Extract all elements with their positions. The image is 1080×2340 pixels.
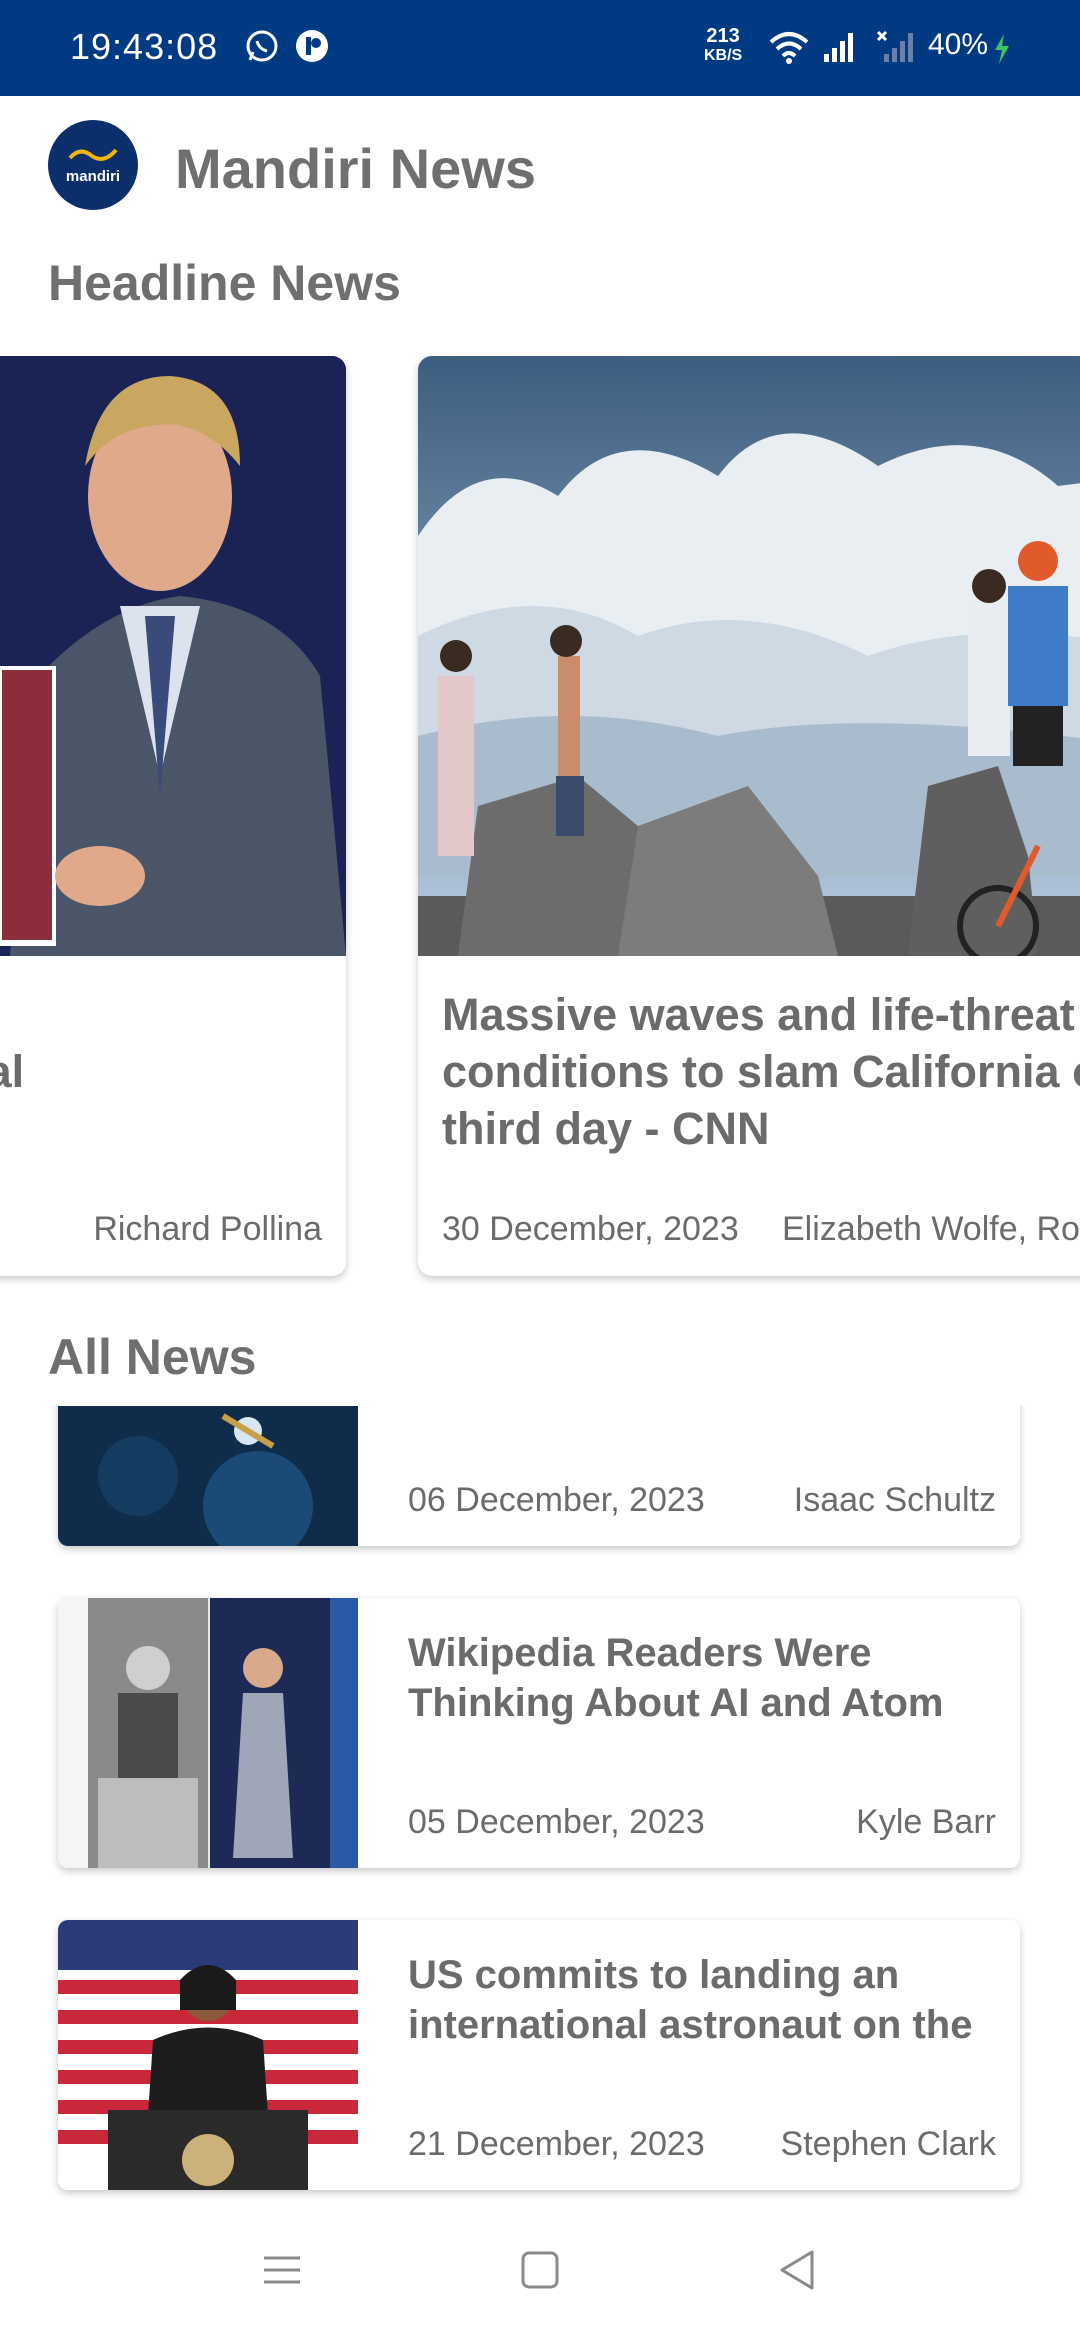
menu-icon[interactable] (252, 2240, 312, 2300)
news-author: Isaac Schultz (793, 1481, 996, 1519)
app-title: Mandiri News (175, 137, 536, 200)
status-bar: 19:43:08 213 KB/S 40% (0, 0, 1080, 96)
app-notification-icon (294, 28, 330, 69)
back-icon[interactable] (768, 2240, 828, 2300)
signal-icon (822, 30, 856, 69)
all-news-section-title: All News (48, 1329, 257, 1385)
network-speed-unit: KB/S (704, 47, 743, 64)
news-title: US commits to landing an international a… (408, 1953, 973, 2047)
news-author: Stephen Clark (780, 2125, 996, 2163)
app-logo: mandiri (48, 120, 138, 210)
headline-author: Elizabeth Wolfe, Ro (782, 1210, 1080, 1248)
news-title: Wikipedia Readers Were Thinking About AI… (408, 1631, 944, 1725)
headline-title: Massive waves and life-threat conditions… (442, 989, 1080, 1154)
system-nav-bar (0, 2200, 1080, 2340)
headline-card[interactable]: Massive waves and life-threat conditions… (418, 356, 1080, 1276)
headline-image (0, 356, 346, 956)
headline-carousel[interactable]: n Idol' alleged sexual Richard Pollina (0, 356, 1080, 1286)
news-thumbnail (58, 1598, 358, 1868)
list-item[interactable]: US commits to landing an international a… (58, 1920, 1020, 2190)
headline-author: Richard Pollina (93, 1210, 322, 1248)
news-author: Kyle Barr (856, 1803, 996, 1841)
whatsapp-icon (244, 28, 280, 69)
headline-title: n Idol' alleged sexual (0, 1046, 25, 1097)
list-item[interactable]: 06 December, 2023 Isaac Schultz (58, 1406, 1020, 1546)
home-icon[interactable] (510, 2240, 570, 2300)
headline-section-title: Headline News (48, 255, 401, 311)
headline-image (418, 356, 1080, 967)
wifi-icon (768, 30, 810, 69)
headline-date: 30 December, 2023 (442, 1210, 739, 1248)
news-date: 06 December, 2023 (408, 1481, 705, 1519)
headline-card[interactable]: n Idol' alleged sexual Richard Pollina (0, 356, 346, 1276)
logo-wave-icon (68, 148, 118, 161)
news-list[interactable]: 06 December, 2023 Isaac Schultz Wikipedi… (0, 1406, 1080, 2200)
logo-text: mandiri (65, 167, 121, 185)
network-speed: 213 KB/S (704, 26, 742, 66)
status-time: 19:43:08 (70, 26, 219, 67)
news-thumbnail (58, 1406, 358, 1546)
news-date: 05 December, 2023 (408, 1803, 705, 1841)
news-date: 21 December, 2023 (408, 2125, 705, 2163)
network-speed-value: 213 (706, 25, 740, 47)
battery-level: 40% (928, 28, 989, 61)
news-thumbnail (58, 1920, 358, 2190)
signal-x-icon (876, 30, 916, 69)
list-item[interactable]: Wikipedia Readers Were Thinking About AI… (58, 1598, 1020, 1868)
battery-charging-icon (992, 32, 1012, 71)
